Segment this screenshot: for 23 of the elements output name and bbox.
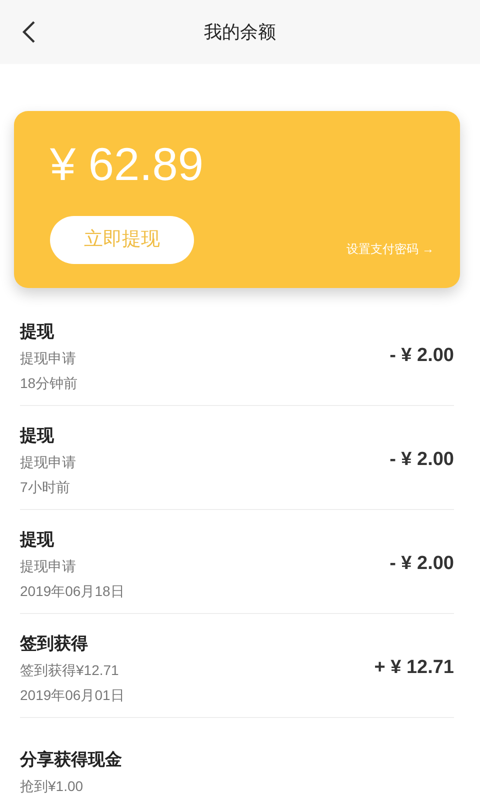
record-description: 抢到¥1.00 — [20, 777, 84, 796]
record-amount: - ¥ 2.00 — [390, 448, 454, 472]
balance-amount: ¥ 62.89 — [50, 141, 204, 187]
record-time: 7小时前 — [20, 478, 71, 496]
record-description: 提现申请 — [20, 453, 76, 472]
record-title: 提现 — [20, 321, 55, 344]
record-description: 提现申请 — [20, 557, 77, 576]
record-time: 2019年06月18日 — [20, 582, 124, 600]
record-title: 提现 — [20, 529, 55, 552]
record-amount: - ¥ 2.00 — [390, 552, 454, 576]
record-title: 提现 — [20, 425, 55, 448]
record-title: 签到获得 — [20, 633, 89, 656]
record-title: 分享获得现金 — [20, 749, 122, 772]
record-amount: + ¥ 12.71 — [374, 656, 454, 680]
record-description: 签到获得¥12.71 — [20, 661, 120, 680]
record-description: 提现申请 — [20, 349, 77, 368]
record-amount: - ¥ 2.00 — [390, 344, 454, 368]
record-time: 2019年06月01日 — [20, 686, 124, 704]
record-time: 18分钟前 — [20, 374, 78, 392]
withdraw-button[interactable]: 立即提现 — [50, 216, 194, 264]
set-password-link[interactable]: 设置支付密码 → — [346, 240, 434, 258]
page-title: 我的余额 — [204, 20, 276, 44]
back-icon — [22, 20, 36, 44]
